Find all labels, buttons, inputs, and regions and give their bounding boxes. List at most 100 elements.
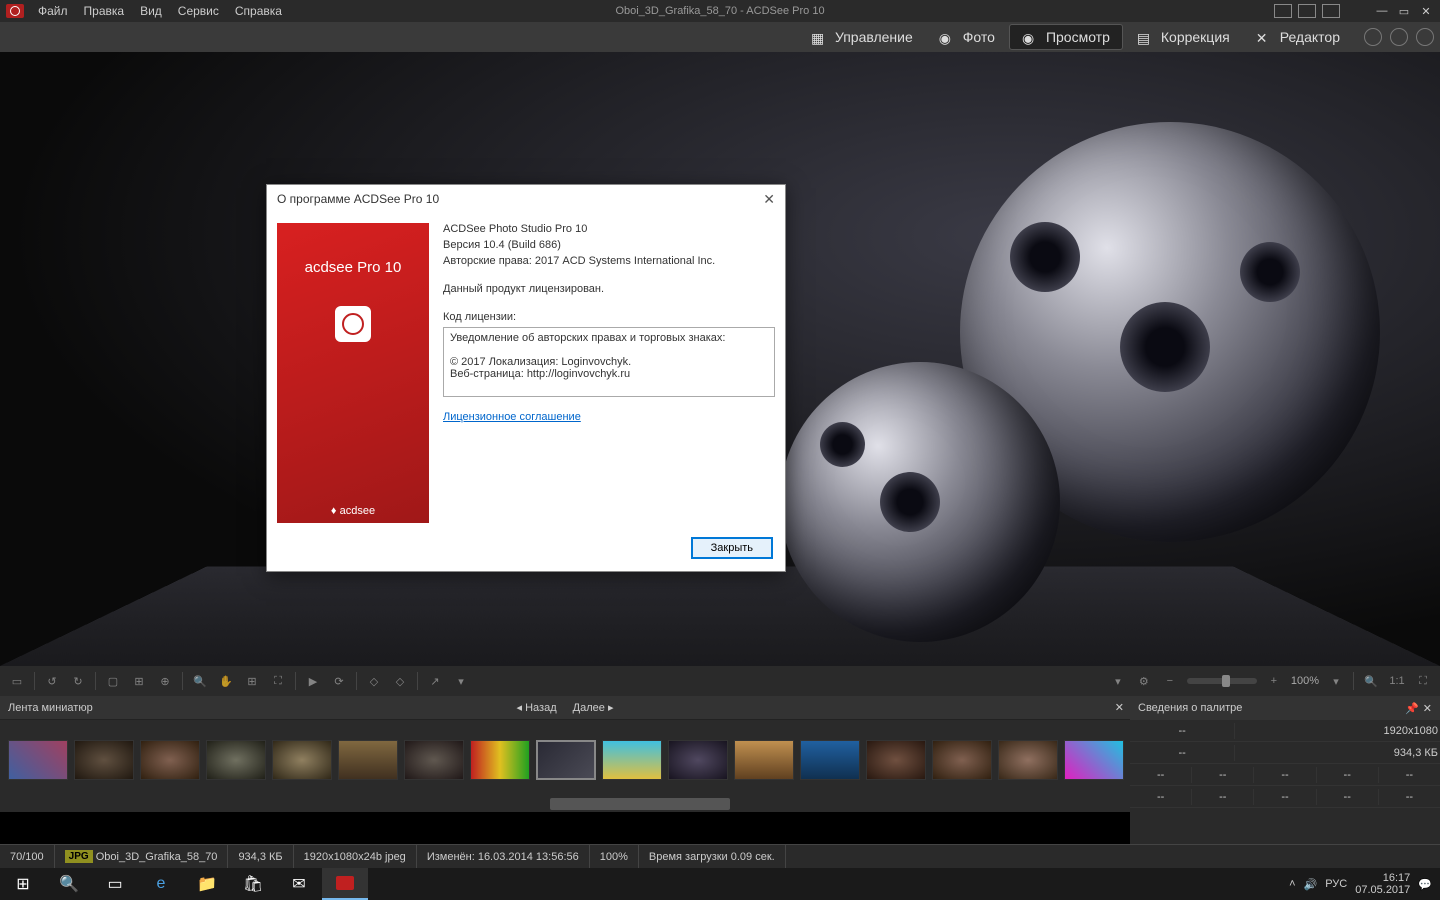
extra-sync-icon[interactable] xyxy=(1416,28,1434,46)
chevron-down-icon[interactable]: ▾ xyxy=(1109,672,1127,690)
tab-correction[interactable]: ▤Коррекция xyxy=(1125,25,1242,49)
thumbnail[interactable] xyxy=(338,740,398,780)
extra-chart-icon[interactable] xyxy=(1390,28,1408,46)
maximize-button[interactable]: ▭ xyxy=(1394,3,1414,19)
dropdown-icon[interactable]: ▾ xyxy=(452,672,470,690)
play-icon[interactable]: ▶ xyxy=(304,672,322,690)
status-filesize: 934,3 КБ xyxy=(228,845,293,868)
menu-view[interactable]: Вид xyxy=(132,4,170,18)
layout-preset-3[interactable] xyxy=(1322,4,1340,18)
thumbnail[interactable] xyxy=(866,740,926,780)
license-agreement-link[interactable]: Лицензионное соглашение xyxy=(443,411,581,423)
rotate-ccw-icon[interactable]: ↺ xyxy=(43,672,61,690)
thumbnail[interactable] xyxy=(1064,740,1124,780)
thumbnail[interactable] xyxy=(74,740,134,780)
thumbnail[interactable] xyxy=(470,740,530,780)
magnify-icon[interactable]: 🔍 xyxy=(1362,672,1380,690)
layout-presets xyxy=(1274,4,1340,18)
thumbnail-scrollbar[interactable] xyxy=(0,796,1130,812)
tab-view[interactable]: ◉Просмотр xyxy=(1009,24,1123,50)
zoom-slider[interactable] xyxy=(1187,678,1257,684)
chevron-down-icon[interactable]: ▾ xyxy=(1327,672,1345,690)
edge-icon[interactable]: e xyxy=(138,868,184,900)
palette-cell: -- xyxy=(1379,767,1440,783)
external-icon[interactable]: ↗ xyxy=(426,672,444,690)
tray-volume-icon[interactable]: 🔊 xyxy=(1304,878,1318,891)
tray-clock[interactable]: 16:17 07.05.2017 xyxy=(1355,872,1410,896)
zoom-tool-icon[interactable]: 🔍 xyxy=(191,672,209,690)
copyright-notice-box[interactable]: Уведомление об авторских правах и торгов… xyxy=(443,327,775,397)
taskview-icon[interactable]: ▭ xyxy=(92,868,138,900)
close-button[interactable]: Закрыть xyxy=(691,537,773,559)
thumbnail[interactable] xyxy=(140,740,200,780)
status-loadtime: Время загрузки 0.09 сек. xyxy=(639,845,786,868)
close-thumbstrip-icon[interactable]: ✕ xyxy=(1115,701,1124,714)
floor-graphic xyxy=(0,566,1440,666)
fit-icon[interactable]: ⛶ xyxy=(1414,672,1432,690)
tab-photo[interactable]: ◉Фото xyxy=(927,25,1007,49)
palette-pin-icon[interactable]: 📌 xyxy=(1405,702,1419,715)
menu-edit[interactable]: Правка xyxy=(76,4,133,18)
tray-notifications-icon[interactable]: 💬 xyxy=(1418,878,1432,891)
start-button[interactable]: ⊞ xyxy=(0,868,46,900)
expand-icon[interactable]: ⛶ xyxy=(269,672,287,690)
tray-chevron-icon[interactable]: ˄ xyxy=(1289,878,1295,890)
tab-manage[interactable]: ▦Управление xyxy=(799,25,925,49)
menu-help[interactable]: Справка xyxy=(227,4,290,18)
nav-forward[interactable]: Далее ▸ xyxy=(573,701,614,714)
thumbnail[interactable] xyxy=(932,740,992,780)
target-icon[interactable]: ⊕ xyxy=(156,672,174,690)
thumbnail[interactable] xyxy=(206,740,266,780)
dialog-close-icon[interactable]: ✕ xyxy=(763,191,775,208)
palette-cell: -- xyxy=(1317,767,1379,783)
screen-icon[interactable]: ▭ xyxy=(8,672,26,690)
thumbnail[interactable] xyxy=(404,740,464,780)
auto-advance-icon[interactable]: ⟳ xyxy=(330,672,348,690)
thumbnail[interactable] xyxy=(272,740,332,780)
layout-preset-2[interactable] xyxy=(1298,4,1316,18)
mail-icon[interactable]: ✉ xyxy=(276,868,322,900)
dialog-title: О программе ACDSee Pro 10 xyxy=(277,192,439,206)
zoom-out-icon[interactable]: − xyxy=(1161,672,1179,690)
thumbnail[interactable] xyxy=(734,740,794,780)
app-icon xyxy=(6,4,24,18)
grid-tool2-icon[interactable]: ⊞ xyxy=(243,672,261,690)
layout-preset-1[interactable] xyxy=(1274,4,1292,18)
ratio-11-icon[interactable]: 1:1 xyxy=(1388,672,1406,690)
acdsee-taskbar-icon[interactable] xyxy=(322,868,368,900)
mode-tabs: ▦Управление ◉Фото ◉Просмотр ▤Коррекция ✕… xyxy=(0,22,1440,52)
palette-close-icon[interactable]: ✕ xyxy=(1423,702,1432,715)
explorer-icon[interactable]: 📁 xyxy=(184,868,230,900)
zoom-value: 100% xyxy=(1291,675,1319,687)
notice-line2: Веб-страница: http://loginvovchyk.ru xyxy=(450,368,768,380)
grid-tool-icon[interactable]: ⊞ xyxy=(130,672,148,690)
zoom-in-icon[interactable]: + xyxy=(1265,672,1283,690)
minimize-button[interactable]: — xyxy=(1372,3,1392,19)
rotate-cw-icon[interactable]: ↻ xyxy=(69,672,87,690)
thumbnail[interactable] xyxy=(8,740,68,780)
menu-service[interactable]: Сервис xyxy=(170,4,227,18)
extra-365-icon[interactable] xyxy=(1364,28,1382,46)
tag-icon[interactable]: ◇ xyxy=(365,672,383,690)
thumbnail[interactable] xyxy=(668,740,728,780)
tab-editor[interactable]: ✕Редактор xyxy=(1244,25,1352,49)
tray-lang[interactable]: РУС xyxy=(1325,878,1347,890)
tag2-icon[interactable]: ◇ xyxy=(391,672,409,690)
search-icon[interactable]: 🔍 xyxy=(46,868,92,900)
nav-back[interactable]: ◂ Назад xyxy=(517,701,557,714)
thumbnail[interactable] xyxy=(602,740,662,780)
wrench-icon: ✕ xyxy=(1256,30,1274,44)
licensed-text: Данный продукт лицензирован. xyxy=(443,283,775,295)
close-window-button[interactable]: ✕ xyxy=(1416,3,1436,19)
menu-file[interactable]: Файл xyxy=(30,4,76,18)
store-icon[interactable]: 🛍 xyxy=(230,868,276,900)
license-code-label: Код лицензии: xyxy=(443,311,775,323)
palette-cell: -- xyxy=(1130,745,1235,761)
thumbnail-selected[interactable] xyxy=(536,740,596,780)
gear-icon[interactable]: ⚙ xyxy=(1135,672,1153,690)
select-icon[interactable]: ▢ xyxy=(104,672,122,690)
thumbnail[interactable] xyxy=(800,740,860,780)
thumbnail[interactable] xyxy=(998,740,1058,780)
hand-tool-icon[interactable]: ✋ xyxy=(217,672,235,690)
notice-line1: © 2017 Локализация: Loginvovchyk. xyxy=(450,356,768,368)
